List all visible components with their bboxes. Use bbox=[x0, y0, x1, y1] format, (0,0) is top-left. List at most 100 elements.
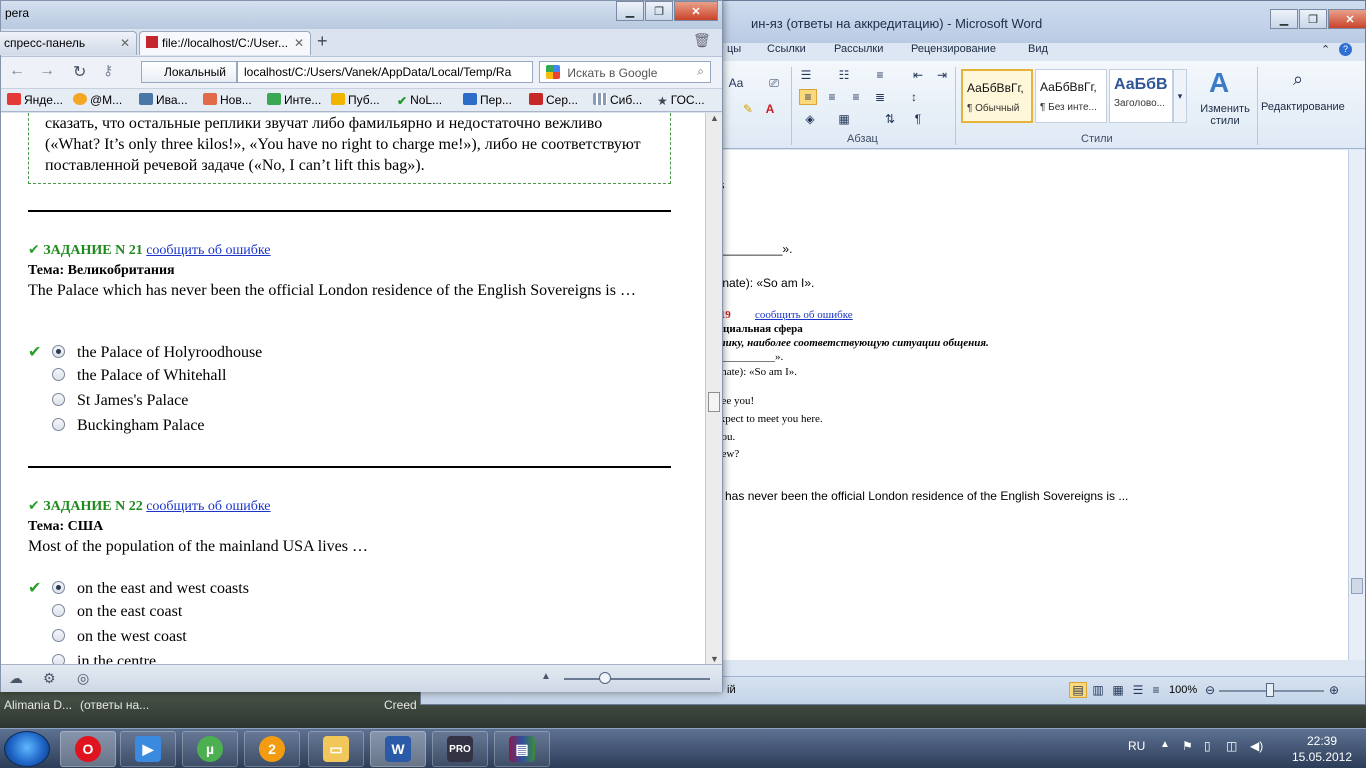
turbo-icon[interactable]: ◎ bbox=[77, 670, 89, 687]
desktop-label[interactable]: Alimania D... bbox=[4, 698, 72, 712]
desktop-label[interactable]: (ответы на... bbox=[80, 698, 149, 712]
styles-more-icon[interactable]: ▾ bbox=[1173, 69, 1187, 123]
line-spacing-icon[interactable]: ↕ bbox=[905, 89, 923, 105]
taskbar-utorrent[interactable]: µ bbox=[182, 731, 238, 767]
radio-button[interactable] bbox=[52, 345, 65, 358]
answer-option[interactable]: Buckingham Palace bbox=[28, 417, 205, 435]
close-button[interactable]: ✕ bbox=[674, 1, 718, 21]
ribbon-tab-view[interactable]: Вид bbox=[1028, 43, 1048, 55]
zoom-slider-knob[interactable] bbox=[1266, 683, 1274, 697]
borders-icon[interactable]: ▦ bbox=[835, 111, 853, 127]
ribbon-tab-mailings[interactable]: Рассылки bbox=[834, 43, 883, 55]
search-icon[interactable]: ⌕ bbox=[697, 64, 704, 79]
scroll-up-icon[interactable]: ▲ bbox=[710, 113, 719, 123]
font-size-icon[interactable]: Aa bbox=[727, 75, 745, 91]
style-normal[interactable]: АаБбВвГг, ¶ Обычный bbox=[961, 69, 1033, 123]
ribbon-tab-review[interactable]: Рецензирование bbox=[911, 43, 996, 55]
style-heading1[interactable]: АаБбВ Заголово... bbox=[1109, 69, 1173, 123]
tab-speed-dial[interactable]: спресс-панель ✕ bbox=[0, 31, 137, 55]
minimize-ribbon-icon[interactable]: ⌃ bbox=[1321, 43, 1330, 56]
zoom-slider-knob[interactable] bbox=[599, 672, 611, 684]
opera-titlebar[interactable]: pera ▁ ❐ ✕ bbox=[1, 1, 722, 29]
tab-local-file[interactable]: file://localhost/C:/User... ✕ bbox=[139, 31, 311, 55]
forward-icon[interactable]: → bbox=[39, 62, 55, 80]
bookmark[interactable]: Нов... bbox=[203, 93, 252, 107]
scroll-thumb[interactable] bbox=[1351, 578, 1363, 594]
bookmark[interactable]: Сиб... bbox=[593, 93, 642, 107]
radio-button[interactable] bbox=[52, 418, 65, 431]
bookmark[interactable]: Сер... bbox=[529, 93, 578, 107]
close-button[interactable]: ✕ bbox=[1328, 9, 1366, 29]
justify-icon[interactable]: ≣ bbox=[871, 89, 889, 105]
decrease-indent-icon[interactable]: ⇤ bbox=[909, 67, 927, 83]
zoom-slider[interactable] bbox=[564, 678, 710, 680]
taskbar-media[interactable]: ▶ bbox=[120, 731, 176, 767]
help-icon[interactable]: ? bbox=[1339, 43, 1352, 56]
trash-icon[interactable]: 🗑 bbox=[693, 32, 711, 49]
radio-button[interactable] bbox=[52, 604, 65, 617]
maximize-button[interactable]: ❐ bbox=[645, 1, 673, 21]
reading-layout-icon[interactable]: ▥ bbox=[1089, 682, 1107, 698]
multilevel-list-icon[interactable]: ≡ bbox=[871, 67, 889, 83]
minimize-button[interactable]: ▁ bbox=[1270, 9, 1298, 29]
scroll-thumb[interactable] bbox=[708, 392, 720, 412]
align-right-icon[interactable]: ≡ bbox=[847, 89, 865, 105]
report-error-link[interactable]: сообщить об ошибке bbox=[146, 243, 270, 258]
unite-icon[interactable]: ⚙ bbox=[43, 670, 56, 687]
align-center-icon[interactable]: ≡ bbox=[823, 89, 841, 105]
web-layout-icon[interactable]: ▦ bbox=[1109, 682, 1127, 698]
bullets-icon[interactable]: ☰ bbox=[797, 67, 815, 83]
align-left-icon[interactable]: ≡ bbox=[799, 89, 817, 105]
search-input[interactable]: Искать в Google ⌕ bbox=[539, 61, 711, 83]
answer-option[interactable]: ✔ the Palace of Holyroodhouse bbox=[28, 342, 262, 362]
style-no-spacing[interactable]: АаБбВвГг, ¶ Без инте... bbox=[1035, 69, 1107, 123]
zoom-level[interactable]: 100% bbox=[1169, 684, 1197, 696]
key-icon[interactable]: ⚷ bbox=[103, 62, 113, 79]
change-styles-icon[interactable]: A bbox=[1209, 67, 1229, 99]
network-icon[interactable]: ◫ bbox=[1226, 739, 1237, 753]
clock[interactable]: 22:39 15.05.2012 bbox=[1282, 733, 1362, 765]
bookmark[interactable]: Ива... bbox=[139, 93, 188, 107]
tray-expand-icon[interactable]: ▲ bbox=[1160, 739, 1170, 750]
taskbar-winrar[interactable]: ▤ bbox=[494, 731, 550, 767]
draft-icon[interactable]: ≡ bbox=[1147, 682, 1165, 698]
maximize-button[interactable]: ❐ bbox=[1299, 9, 1327, 29]
new-tab-icon[interactable]: + bbox=[317, 31, 328, 52]
change-styles-label[interactable]: Изменить стили bbox=[1195, 103, 1255, 127]
answer-option[interactable]: on the west coast bbox=[28, 628, 187, 646]
minimize-button[interactable]: ▁ bbox=[616, 1, 644, 21]
taskbar-pro[interactable]: PRO bbox=[432, 731, 488, 767]
bookmark[interactable]: ★ ГОС... bbox=[657, 93, 705, 108]
radio-button[interactable] bbox=[52, 581, 65, 594]
bookmark[interactable]: ✔ NoL... bbox=[397, 93, 442, 108]
shading-icon[interactable]: ◈ bbox=[801, 111, 819, 127]
volume-icon[interactable]: ◀) bbox=[1250, 739, 1263, 753]
radio-button[interactable] bbox=[52, 629, 65, 642]
radio-button[interactable] bbox=[52, 654, 65, 664]
cloud-icon[interactable]: ☁ bbox=[9, 670, 23, 687]
word-vertical-scrollbar[interactable] bbox=[1348, 150, 1365, 660]
doc-report-link[interactable]: сообщить об ошибке bbox=[755, 309, 853, 321]
report-error-link[interactable]: сообщить об ошибке bbox=[146, 499, 270, 514]
highlight-icon[interactable]: ✎ bbox=[739, 101, 757, 117]
radio-button[interactable] bbox=[52, 393, 65, 406]
desktop-label[interactable]: Creed bbox=[384, 698, 417, 712]
tab-close-icon[interactable]: ✕ bbox=[294, 36, 304, 50]
numbering-icon[interactable]: ☷ bbox=[835, 67, 853, 83]
answer-option[interactable]: St James's Palace bbox=[28, 392, 188, 410]
page-content[interactable]: сказать, что остальные реплики звучат ли… bbox=[1, 113, 705, 664]
bookmark[interactable]: Пуб... bbox=[331, 93, 380, 107]
ribbon-tab[interactable]: цы bbox=[727, 43, 741, 55]
outline-icon[interactable]: ☰ bbox=[1129, 682, 1147, 698]
radio-button[interactable] bbox=[52, 368, 65, 381]
zoom-out-icon[interactable]: ⊖ bbox=[1201, 682, 1219, 698]
bookmark[interactable]: Инте... bbox=[267, 93, 321, 107]
page-vertical-scrollbar[interactable]: ▲ ▼ bbox=[705, 113, 722, 664]
back-icon[interactable]: ← bbox=[9, 62, 25, 80]
increase-indent-icon[interactable]: ⇥ bbox=[933, 67, 951, 83]
taskbar-opera[interactable]: O bbox=[60, 731, 116, 767]
url-input[interactable]: localhost/C:/Users/Vanek/AppData/Local/T… bbox=[237, 61, 533, 83]
taskbar-word[interactable]: W bbox=[370, 731, 426, 767]
scroll-down-icon[interactable]: ▼ bbox=[710, 654, 719, 664]
print-layout-icon[interactable]: ▤ bbox=[1069, 682, 1087, 698]
